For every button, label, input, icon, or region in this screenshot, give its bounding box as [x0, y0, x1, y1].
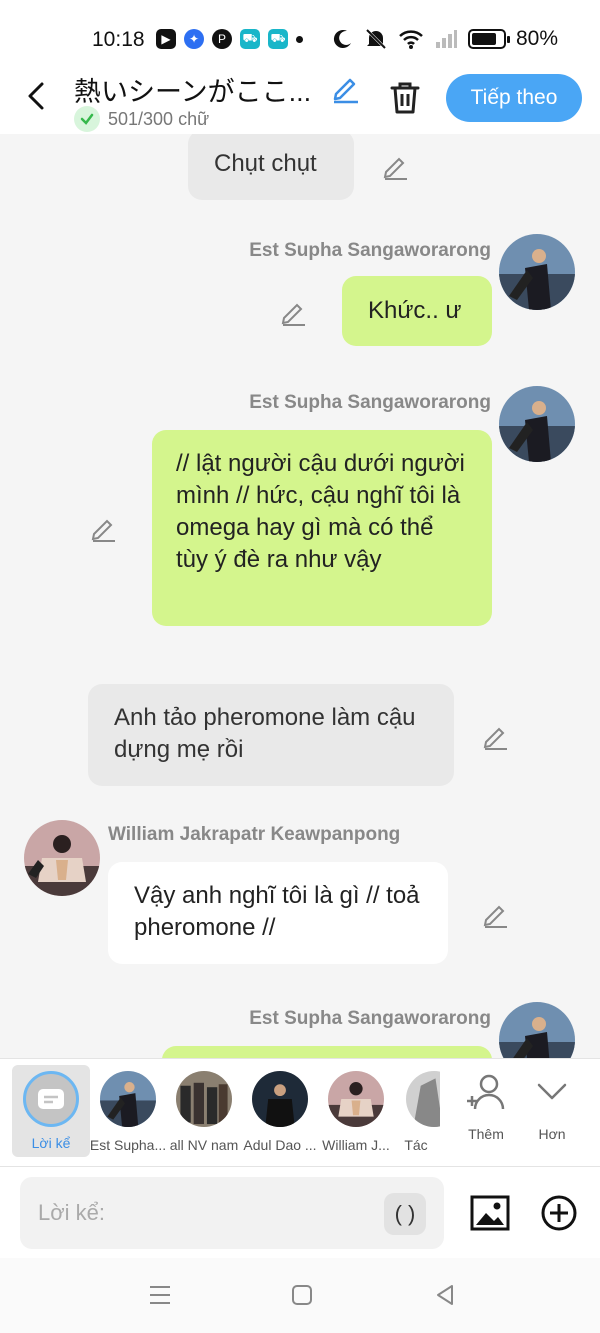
messenger-icon: ✦ [184, 29, 204, 49]
action-parenthesis-button[interactable]: ( ) [384, 1193, 426, 1235]
chevron-down-icon [537, 1083, 567, 1100]
add-person-icon [467, 1074, 505, 1110]
narration-icon [23, 1071, 79, 1127]
avatar-est[interactable] [499, 386, 575, 462]
delete-icon[interactable] [388, 80, 422, 116]
video-app-icon: ▶ [156, 29, 176, 49]
chat-area[interactable]: Chụt chụt Est Supha Sangaworarong Khức..… [0, 134, 600, 1058]
header: 熱いシーンがここ... 501/300 chữ Tiếp theo [0, 60, 600, 134]
character-william[interactable]: William J... [316, 1067, 396, 1153]
add-character-button[interactable]: Thêm [454, 1073, 518, 1142]
shop-icon: ⛟ [268, 29, 288, 49]
more-button[interactable]: Hơn [520, 1073, 584, 1142]
avatar [328, 1071, 384, 1127]
edit-message-icon[interactable] [90, 514, 118, 542]
shop-icon: ⛟ [240, 29, 260, 49]
character-est[interactable]: Est Supha... [88, 1067, 168, 1153]
back-nav-icon[interactable] [434, 1284, 456, 1306]
narration-bubble[interactable]: Anh tảo pheromone làm cậu dựng mẹ rồi [88, 684, 454, 786]
word-count: 501/300 chữ [74, 106, 209, 132]
status-time: 10:18 [92, 28, 145, 51]
pinterest-icon: P [212, 29, 232, 49]
avatar [100, 1071, 156, 1127]
message-input[interactable] [20, 1177, 444, 1249]
moon-icon [333, 30, 351, 49]
message-bubble[interactable]: Vậy anh nghĩ tôi là gì // toả pheromone … [108, 862, 448, 964]
avatar [252, 1071, 308, 1127]
message-bubble[interactable] [162, 1046, 492, 1058]
story-title: 熱いシーンがここ... [74, 77, 310, 107]
avatar [176, 1071, 232, 1127]
edit-message-icon[interactable] [280, 298, 308, 326]
wifi-icon [399, 30, 423, 49]
add-icon[interactable] [540, 1194, 578, 1232]
narration-label: Lời kể [31, 1135, 71, 1151]
character-label: Est Supha... [89, 1137, 167, 1153]
edit-message-icon[interactable] [482, 722, 510, 750]
status-right: 80% [332, 27, 558, 51]
character-bar: Lời kể Est Supha... all NV nam Adul Dao … [0, 1058, 600, 1166]
sender-name: William Jakrapatr Keawpanpong [108, 824, 401, 845]
menu-icon[interactable] [148, 1284, 172, 1306]
notification-icons: ▶ ✦ P ⛟ ⛟ [156, 29, 303, 49]
dot-icon [296, 35, 303, 43]
avatar-william[interactable] [24, 820, 100, 896]
avatar [406, 1071, 440, 1127]
image-icon[interactable] [470, 1195, 510, 1231]
message-bubble[interactable]: // lật người cậu dưới người mình // hức,… [152, 430, 492, 626]
character-label: all NV nam [169, 1137, 239, 1153]
character-label: Adul Dao ... [243, 1137, 317, 1153]
sender-name: Est Supha Sangaworarong [249, 392, 491, 413]
edit-message-icon[interactable] [482, 900, 510, 928]
sender-name: Est Supha Sangaworarong [249, 240, 491, 261]
battery-percent: 80% [515, 27, 558, 50]
add-character-label: Thêm [468, 1126, 504, 1142]
more-label: Hơn [538, 1126, 566, 1142]
narration-bubble[interactable]: Chụt chụt [188, 134, 354, 200]
edit-message-icon[interactable] [382, 152, 410, 180]
character-tac[interactable]: Tác [392, 1067, 440, 1153]
mute-icon [365, 28, 387, 50]
character-label: Tác [404, 1137, 428, 1153]
avatar-est[interactable] [499, 1002, 575, 1058]
sender-name: Est Supha Sangaworarong [249, 1008, 491, 1029]
word-count-label: 501/300 chữ [108, 108, 210, 129]
home-icon[interactable] [291, 1284, 313, 1306]
character-all-nv-nam[interactable]: all NV nam [164, 1067, 244, 1153]
avatar-est[interactable] [499, 234, 575, 310]
check-icon [74, 106, 100, 132]
system-nav-bar [0, 1258, 600, 1333]
character-label: William J... [322, 1137, 390, 1153]
back-button[interactable] [22, 78, 54, 114]
narration-selector[interactable]: Lời kể [12, 1065, 90, 1157]
next-button[interactable]: Tiếp theo [446, 74, 582, 122]
character-adul-dao[interactable]: Adul Dao ... [240, 1067, 320, 1153]
message-bubble[interactable]: Khức.. ư [342, 276, 492, 346]
battery-icon [467, 29, 510, 49]
input-bar: ( ) [0, 1166, 600, 1258]
edit-title-icon[interactable] [330, 72, 362, 104]
signal-icon [435, 30, 457, 48]
